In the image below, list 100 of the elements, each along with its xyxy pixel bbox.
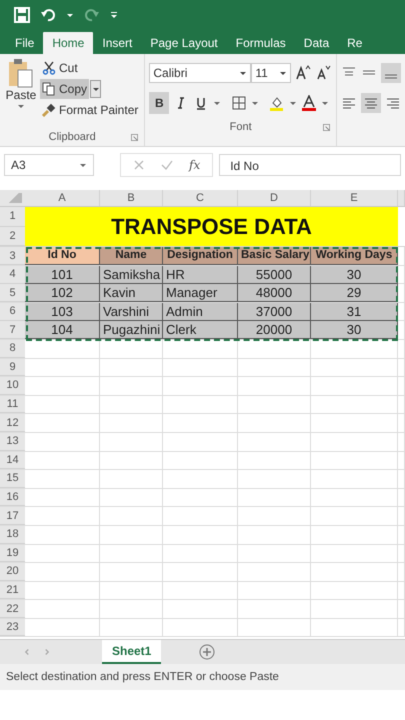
caret-icon[interactable] [213, 99, 222, 107]
status-message: Select destination and press ENTER or choose Paste [6, 671, 279, 684]
grow-font-icon[interactable] [295, 65, 312, 81]
row-header[interactable]: 12 [0, 414, 25, 432]
row-header[interactable]: 5 [0, 284, 25, 302]
formula-field[interactable]: Id No [219, 154, 401, 176]
borders-icon[interactable] [231, 95, 248, 111]
table-cell: Samiksha [100, 266, 163, 284]
undo-icon[interactable] [40, 7, 56, 23]
column-header[interactable]: E [311, 190, 398, 206]
caret-icon[interactable] [79, 161, 87, 169]
fill-color-icon[interactable] [269, 95, 286, 111]
table-header-cell: Designation [163, 247, 238, 265]
row-header[interactable]: 10 [0, 377, 25, 395]
table-cell: 31 [311, 302, 398, 321]
row-header[interactable]: 17 [0, 507, 25, 525]
customize-icon[interactable] [110, 11, 118, 19]
font-size-field[interactable]: 11 [251, 63, 292, 83]
copy-button[interactable]: Copy [40, 79, 90, 99]
launcher-icon[interactable] [323, 124, 330, 131]
table-cell: 30 [311, 321, 398, 340]
caret-icon [92, 85, 100, 93]
row-header[interactable]: 18 [0, 526, 25, 544]
row-header[interactable]: 1 [0, 207, 25, 226]
caret-icon[interactable] [251, 99, 260, 107]
row-header[interactable]: 23 [0, 618, 25, 636]
row-header[interactable]: 6 [0, 302, 25, 321]
column-header[interactable]: C [163, 190, 238, 206]
ribbon-tab[interactable]: Data [294, 32, 338, 54]
copy-dropdown[interactable] [90, 80, 102, 98]
table-cell: 102 [25, 284, 100, 302]
row-header[interactable]: 8 [0, 340, 25, 358]
row-header[interactable]: 19 [0, 544, 25, 562]
row-header[interactable]: 15 [0, 470, 25, 488]
table-cell: 37000 [238, 302, 311, 321]
row-header[interactable]: 20 [0, 563, 25, 581]
table-header-cell: Name [100, 247, 163, 265]
ribbon-tab[interactable]: Re [338, 32, 372, 54]
group-title: Font [230, 121, 252, 133]
sheet-tab[interactable]: Sheet1 [102, 640, 162, 664]
scissors-icon [42, 61, 56, 75]
add-sheet-icon[interactable] [199, 644, 216, 660]
table-cell: Clerk [163, 321, 238, 340]
table-cell: Pugazhini [100, 321, 163, 340]
caret-icon [17, 102, 25, 110]
row-header[interactable]: 7 [0, 321, 25, 340]
cut-button[interactable]: Cut [40, 58, 140, 78]
row-header[interactable]: 2 [0, 226, 25, 246]
table-cell: 20000 [238, 321, 311, 340]
paste-button[interactable]: Paste [4, 58, 38, 128]
table-header-cell: Basic Salary [238, 247, 311, 265]
bold-button[interactable]: B [149, 92, 170, 114]
caret-icon[interactable] [321, 99, 330, 107]
table-cell: Varshini [100, 302, 163, 321]
column-header[interactable]: D [238, 190, 311, 206]
save-icon[interactable] [14, 7, 30, 23]
ribbon-tab[interactable]: File [6, 32, 44, 54]
font-name-field[interactable]: Calibri [149, 63, 252, 83]
group-title: Clipboard [48, 131, 96, 143]
table-cell: Admin [163, 302, 238, 321]
table-cell: 55000 [238, 266, 311, 284]
align-center-icon[interactable] [361, 93, 381, 113]
ribbon-tab[interactable]: Home [43, 32, 94, 54]
row-header[interactable]: 11 [0, 396, 25, 414]
table-header-cell: Id No [25, 247, 100, 265]
table-cell: 29 [311, 284, 398, 302]
font-color-icon[interactable] [301, 95, 318, 111]
launcher-icon[interactable] [131, 134, 138, 141]
copy-icon [42, 82, 56, 96]
row-header[interactable]: 21 [0, 582, 25, 600]
row-header[interactable]: 13 [0, 432, 25, 451]
bottom-align-icon[interactable] [381, 63, 401, 83]
caret-icon[interactable] [239, 69, 248, 77]
table-cell: HR [163, 266, 238, 284]
row-header[interactable]: 22 [0, 600, 25, 618]
table-cell: 101 [25, 266, 100, 284]
row-header[interactable]: 9 [0, 358, 25, 376]
ribbon-tab[interactable]: Page Layout [141, 32, 227, 54]
caret-icon[interactable] [66, 11, 74, 19]
ribbon-tab[interactable]: Formulas [226, 32, 295, 54]
row-header[interactable]: 3 [0, 247, 25, 265]
name-box[interactable]: A3 [4, 154, 94, 176]
column-header[interactable]: A [25, 190, 100, 206]
caret-icon[interactable] [279, 69, 288, 77]
row-header[interactable]: 16 [0, 488, 25, 506]
caret-icon[interactable] [289, 99, 298, 107]
table-cell: Kavin [100, 284, 163, 302]
column-header[interactable]: B [100, 190, 163, 206]
row-header[interactable]: 4 [0, 266, 25, 284]
row-header[interactable]: 14 [0, 452, 25, 470]
format-painter-button[interactable]: Format Painter [40, 100, 140, 120]
merged-title-cell: TRANSPOSE DATA [25, 207, 398, 246]
table-cell: 103 [25, 302, 100, 321]
shrink-font-icon[interactable] [315, 65, 332, 81]
clipboard-icon [8, 58, 34, 88]
insert-function-button[interactable]: fx [189, 158, 200, 172]
ribbon-tab[interactable]: Insert [93, 32, 142, 54]
table-cell: Manager [163, 284, 238, 302]
checkmark-icon[interactable] [161, 159, 173, 171]
table-cell: 48000 [238, 284, 311, 302]
